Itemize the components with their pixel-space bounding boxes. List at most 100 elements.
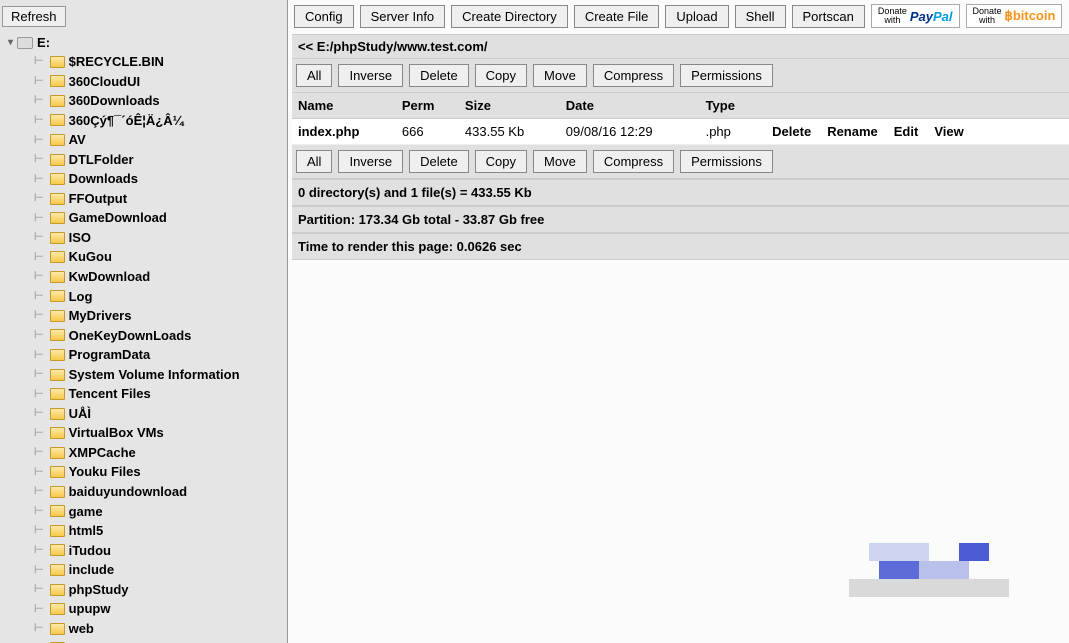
tree-folder[interactable]: ⊢System Volume Information xyxy=(34,365,287,385)
tree-branch-icon: ⊢ xyxy=(34,523,44,538)
tree-folder[interactable]: ⊢ISO xyxy=(34,228,287,248)
shell-button[interactable]: Shell xyxy=(735,5,786,28)
tree-root[interactable]: ▾ E: xyxy=(8,35,287,50)
tree-folder[interactable]: ⊢360Çý¶¯´óÊ¦Ä¿Â¼ xyxy=(34,111,287,131)
tree-folder[interactable]: ⊢$RECYCLE.BIN xyxy=(34,52,287,72)
breadcrumb-path[interactable]: << E:/phpStudy/www.test.com/ xyxy=(292,34,1069,59)
compress-button[interactable]: Compress xyxy=(593,150,674,173)
serverinfo-button[interactable]: Server Info xyxy=(360,5,446,28)
tree-folder[interactable]: ⊢ ProgramData xyxy=(34,345,287,365)
createfile-button[interactable]: Create File xyxy=(574,5,660,28)
tree-branch-icon: ⊢ xyxy=(34,484,44,499)
move-button[interactable]: Move xyxy=(533,64,587,87)
collapse-icon[interactable]: ▾ xyxy=(8,37,13,48)
tree-folder[interactable]: ⊢Tencent Files xyxy=(34,384,287,404)
upload-button[interactable]: Upload xyxy=(665,5,728,28)
tree-folder[interactable]: ⊢include xyxy=(34,560,287,580)
tree-branch-icon: ⊢ xyxy=(34,269,44,284)
tree-folder[interactable]: ⊢AV xyxy=(34,130,287,150)
tree-folder[interactable]: ⊢360Downloads xyxy=(34,91,287,111)
folder-icon xyxy=(50,447,65,459)
folder-icon xyxy=(50,584,65,596)
portscan-button[interactable]: Portscan xyxy=(792,5,865,28)
permissions-button[interactable]: Permissions xyxy=(680,150,773,173)
inverse-button[interactable]: Inverse xyxy=(338,64,403,87)
tree-folder[interactable]: ⊢GameDownload xyxy=(34,208,287,228)
tree-branch-icon: ⊢ xyxy=(34,74,44,89)
select-all-button[interactable]: All xyxy=(296,64,332,87)
config-button[interactable]: Config xyxy=(294,5,354,28)
select-all-button[interactable]: All xyxy=(296,150,332,173)
row-delete[interactable]: Delete xyxy=(764,124,819,139)
refresh-button[interactable]: Refresh xyxy=(2,6,66,27)
inverse-button[interactable]: Inverse xyxy=(338,150,403,173)
compress-button[interactable]: Compress xyxy=(593,64,674,87)
table-row[interactable]: index.php666433.55 Kb09/08/16 12:29.phpD… xyxy=(292,119,1069,145)
tree-folder[interactable]: ⊢baiduyundownload xyxy=(34,482,287,502)
folder-label: ProgramData xyxy=(69,346,151,364)
tree-folder[interactable]: ⊢VirtualBox VMs xyxy=(34,423,287,443)
tree-branch-icon: ⊢ xyxy=(34,172,44,187)
folder-label: MyDrivers xyxy=(69,307,132,325)
folder-label: iTudou xyxy=(69,542,111,560)
donate-bitcoin-button[interactable]: Donatewith ฿bitcoin xyxy=(966,4,1063,28)
copy-button[interactable]: Copy xyxy=(475,64,527,87)
folder-icon xyxy=(50,95,65,107)
tree-folder[interactable]: ⊢Downloads xyxy=(34,169,287,189)
tree-folder[interactable]: ⊢360CloudUI xyxy=(34,72,287,92)
tree-folder[interactable]: ⊢html5 xyxy=(34,521,287,541)
delete-button[interactable]: Delete xyxy=(409,64,469,87)
tree-folder[interactable]: ⊢UÅÌ xyxy=(34,404,287,424)
row-rename[interactable]: Rename xyxy=(819,124,886,139)
folder-label: DTLFolder xyxy=(69,151,134,169)
delete-button[interactable]: Delete xyxy=(409,150,469,173)
folder-label: ISO xyxy=(69,229,91,247)
folder-icon xyxy=(50,388,65,400)
col-perm[interactable]: Perm xyxy=(396,93,459,119)
folder-label: game xyxy=(69,503,103,521)
move-button[interactable]: Move xyxy=(533,150,587,173)
status-summary: 0 directory(s) and 1 file(s) = 433.55 Kb xyxy=(292,179,1069,206)
row-view[interactable]: View xyxy=(926,124,971,139)
tree-folder[interactable]: ⊢Log xyxy=(34,287,287,307)
folder-icon xyxy=(50,349,65,361)
col-name[interactable]: Name xyxy=(292,93,396,119)
tree-folder[interactable]: ⊢phpStudy xyxy=(34,580,287,600)
col-size[interactable]: Size xyxy=(459,93,560,119)
tree-branch-icon: ⊢ xyxy=(34,465,44,480)
folder-icon xyxy=(50,564,65,576)
folder-icon xyxy=(50,290,65,302)
tree-branch-icon: ⊢ xyxy=(34,563,44,578)
tree-branch-icon: ⊢ xyxy=(34,348,44,363)
tree-branch-icon: ⊢ xyxy=(34,289,44,304)
tree-folder[interactable]: ⊢KuGou xyxy=(34,247,287,267)
tree-folder[interactable]: ⊢web xyxy=(34,619,287,639)
tree-folder[interactable]: ⊢game xyxy=(34,502,287,522)
folder-label: AV xyxy=(69,131,86,149)
col-date[interactable]: Date xyxy=(560,93,700,119)
folder-icon xyxy=(50,134,65,146)
permissions-button[interactable]: Permissions xyxy=(680,64,773,87)
status-render: Time to render this page: 0.0626 sec xyxy=(292,233,1069,260)
tree-folder[interactable]: ⊢FFOutput xyxy=(34,189,287,209)
folder-label: phpStudy xyxy=(69,581,129,599)
tree-folder[interactable]: ⊢KwDownload xyxy=(34,267,287,287)
createdir-button[interactable]: Create Directory xyxy=(451,5,568,28)
donate-paypal-button[interactable]: Donatewith PayPal xyxy=(871,4,960,28)
col-type[interactable]: Type xyxy=(700,93,759,119)
copy-button[interactable]: Copy xyxy=(475,150,527,173)
tree-folder[interactable]: ⊢iTudou xyxy=(34,541,287,561)
folder-icon xyxy=(50,251,65,263)
tree-folder[interactable]: ⊢DTLFolder xyxy=(34,150,287,170)
main-panel: Config Server Info Create Directory Crea… xyxy=(288,0,1069,643)
tree-folder[interactable]: ⊢MyDrivers xyxy=(34,306,287,326)
tree-folder[interactable]: ⊢upupw xyxy=(34,599,287,619)
tree-folder[interactable]: ⊢OneKeyDownLoads xyxy=(34,326,287,346)
tree-branch-icon: ⊢ xyxy=(34,602,44,617)
cell-perm: 666 xyxy=(396,119,459,145)
drive-icon xyxy=(17,37,33,49)
tree-folder[interactable]: ⊢Youku Files xyxy=(34,462,287,482)
tree-folder[interactable]: ⊢wwwroot xyxy=(34,638,287,643)
tree-folder[interactable]: ⊢XMPCache xyxy=(34,443,287,463)
row-edit[interactable]: Edit xyxy=(886,124,927,139)
